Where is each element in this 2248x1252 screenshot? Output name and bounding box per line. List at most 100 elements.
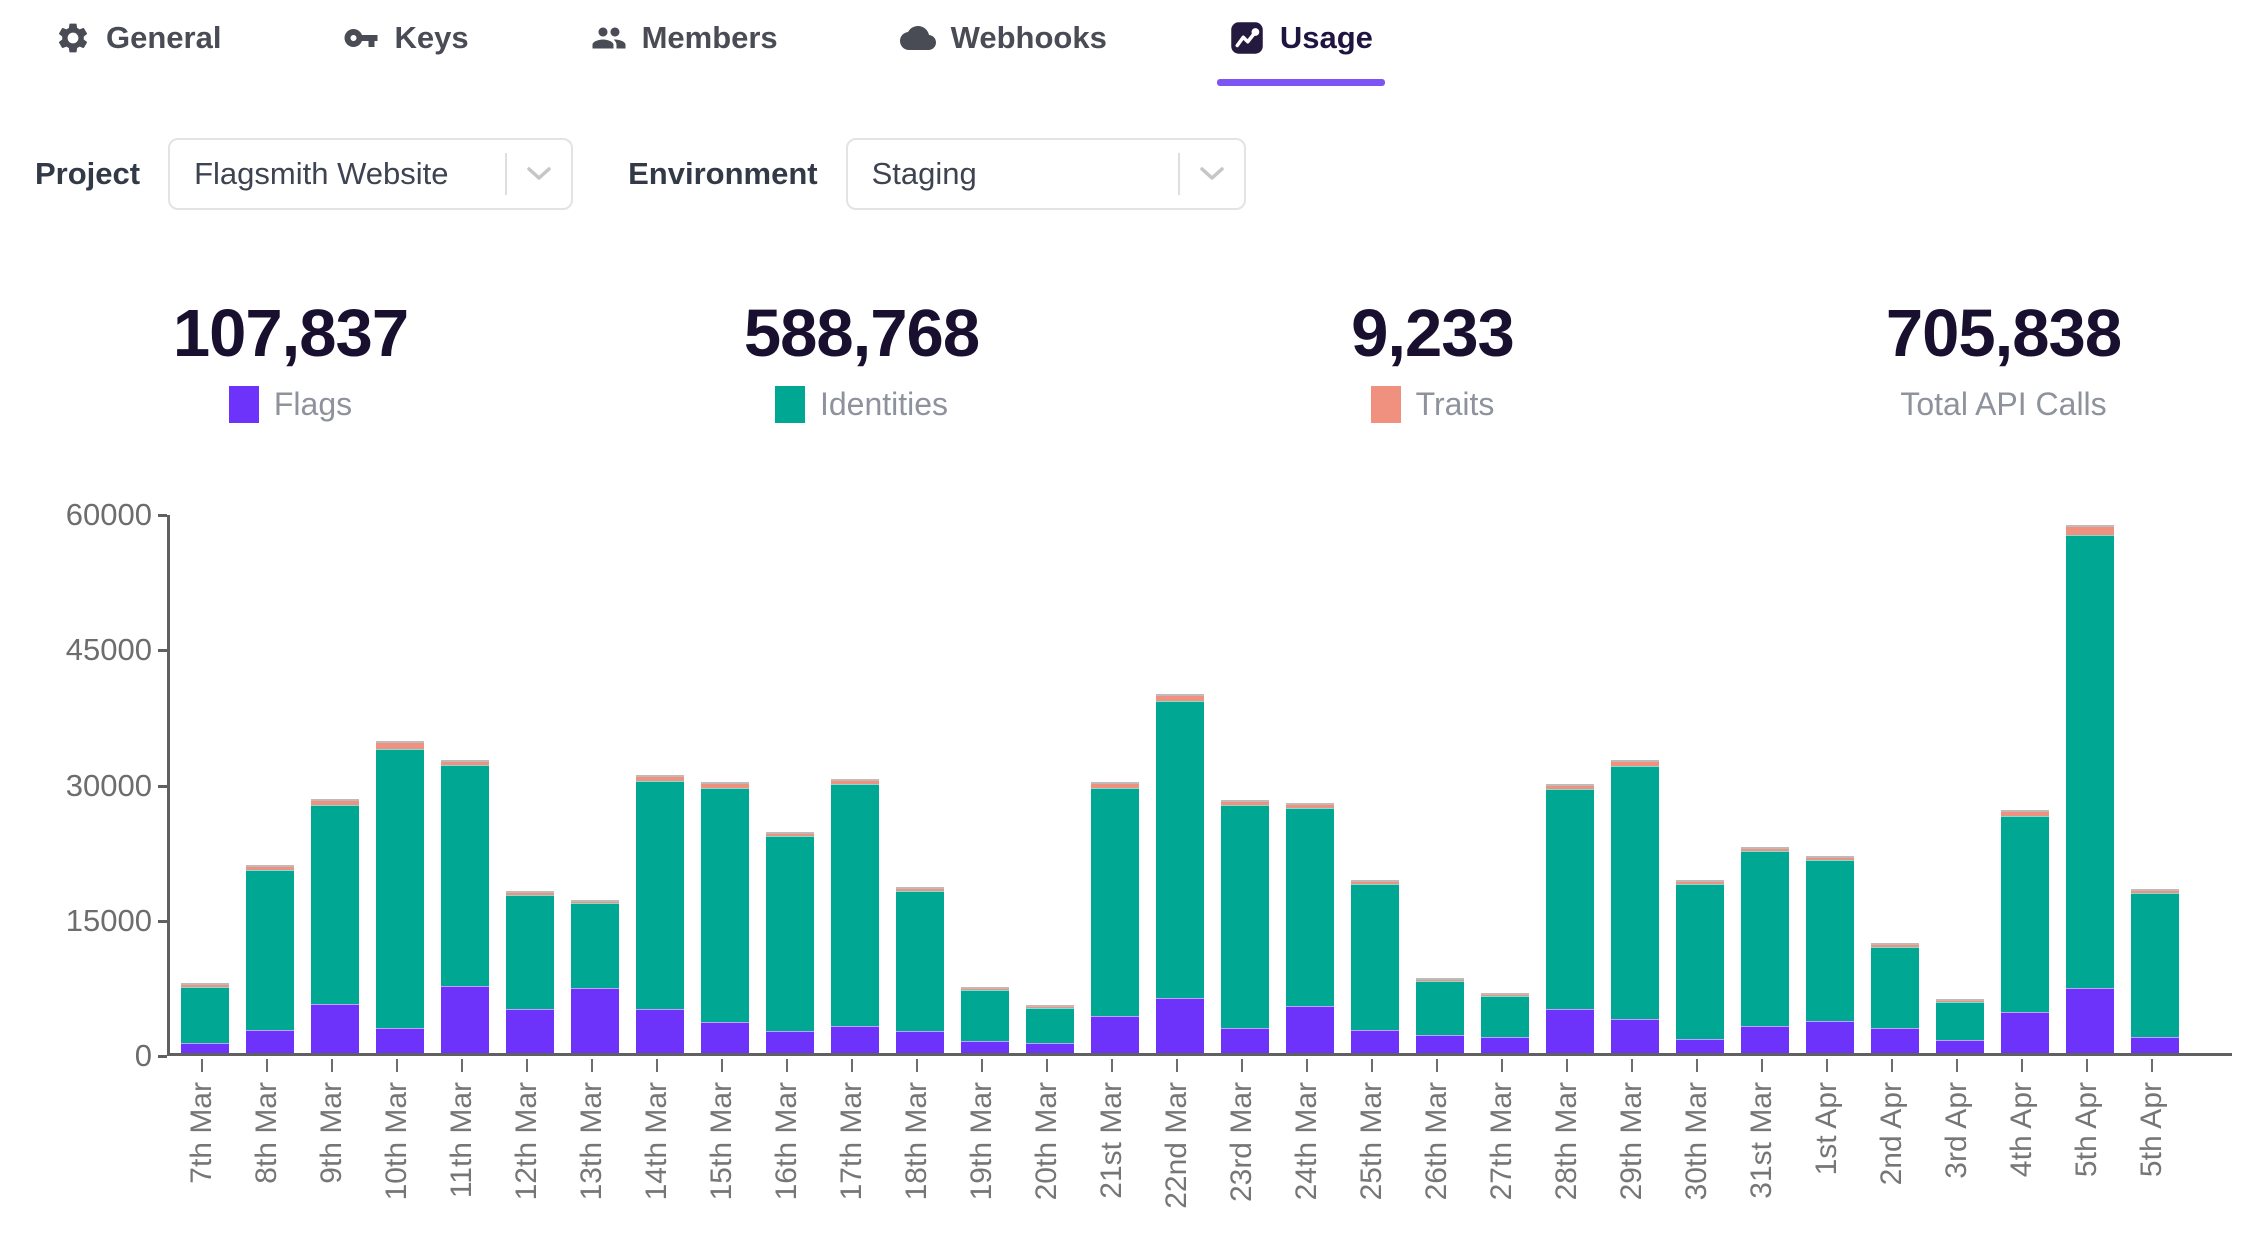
x-axis-tick-label: 2nd Apr — [1877, 1082, 1907, 1185]
x-axis-tick-label: 28th Mar — [1552, 1082, 1582, 1200]
chart-bar[interactable] — [1416, 980, 1464, 1053]
x-axis-tick-mark — [2151, 1059, 2153, 1072]
chart-bar[interactable] — [831, 781, 879, 1053]
x-axis-tick-label: 11th Mar — [447, 1082, 477, 1198]
bar-segment-flags — [636, 1009, 684, 1053]
stat-legend: Total API Calls — [1718, 386, 2248, 423]
chart-bar[interactable] — [571, 902, 619, 1053]
stat-label: Traits — [1416, 386, 1495, 423]
bar-segment-flags — [1416, 1035, 1464, 1053]
chart-bar[interactable] — [1676, 882, 1724, 1053]
x-axis-tick-mark — [396, 1059, 398, 1072]
chart-bar[interactable] — [1806, 858, 1854, 1053]
bar-segment-identities — [1806, 860, 1854, 1020]
tab-label: General — [106, 20, 221, 56]
x-axis-tick-mark — [526, 1059, 528, 1072]
x-axis-tick-mark — [1696, 1059, 1698, 1072]
bar-segment-identities — [1871, 947, 1919, 1028]
bar-segment-flags — [1286, 1006, 1334, 1053]
y-axis-tick-label: 45000 — [40, 632, 152, 668]
bar-segment-identities — [246, 870, 294, 1029]
chart-bar[interactable] — [896, 889, 944, 1053]
chart-bar[interactable] — [766, 834, 814, 1053]
x-axis-tick-mark — [1761, 1059, 1763, 1072]
chart-bar[interactable] — [1026, 1007, 1074, 1053]
chart-bar[interactable] — [1741, 849, 1789, 1053]
bar-segment-identities — [701, 788, 749, 1022]
x-axis-tick-label: 22nd Mar — [1162, 1082, 1192, 1209]
chart-plot-area — [167, 515, 2232, 1056]
active-tab-underline — [1217, 79, 1385, 86]
bar-segment-identities — [766, 836, 814, 1031]
stat-legend: Identities — [576, 386, 1147, 423]
x-axis-tick-mark — [786, 1059, 788, 1072]
environment-select-value: Staging — [872, 156, 1178, 192]
chart-bar[interactable] — [1936, 1001, 1984, 1053]
environment-select[interactable]: Staging — [846, 138, 1246, 210]
x-axis-tick-label: 19th Mar — [967, 1082, 997, 1200]
y-axis-tick-mark — [158, 920, 167, 923]
x-axis-tick-label: 18th Mar — [902, 1082, 932, 1200]
x-axis-tick-mark — [2021, 1059, 2023, 1072]
tab-webhooks[interactable]: Webhooks — [900, 20, 1107, 56]
chart-bar[interactable] — [1871, 945, 1919, 1053]
y-axis-tick-mark — [158, 514, 167, 517]
bar-segment-identities — [1611, 766, 1659, 1019]
x-axis-tick-mark — [1371, 1059, 1373, 1072]
chart-bar[interactable] — [961, 989, 1009, 1053]
bar-segment-flags — [961, 1041, 1009, 1053]
chart-bar[interactable] — [376, 743, 424, 1053]
x-axis-tick-mark — [266, 1059, 268, 1072]
bar-segment-traits — [2066, 527, 2114, 534]
chart-bar[interactable] — [1546, 786, 1594, 1053]
chart-bar[interactable] — [2066, 527, 2114, 1053]
chart-bar[interactable] — [1221, 802, 1269, 1053]
y-axis-tick-label: 30000 — [40, 768, 152, 804]
stat-legend: Flags — [5, 386, 576, 423]
x-axis-tick-mark — [331, 1059, 333, 1072]
chart-bar[interactable] — [246, 867, 294, 1053]
bar-segment-identities — [1416, 981, 1464, 1035]
bar-segment-identities — [2131, 893, 2179, 1037]
chart-bar[interactable] — [441, 762, 489, 1053]
chart-bar[interactable] — [506, 893, 554, 1053]
chart-bar[interactable] — [1156, 696, 1204, 1054]
tab-label: Webhooks — [951, 20, 1107, 56]
chart-bar[interactable] — [1611, 762, 1659, 1053]
x-axis-tick-label: 15th Mar — [707, 1082, 737, 1200]
bar-segment-identities — [896, 891, 944, 1031]
chart-bar[interactable] — [1481, 995, 1529, 1053]
x-axis-tick-mark — [1501, 1059, 1503, 1072]
stat-identities: 588,768Identities — [576, 295, 1147, 423]
x-axis-tick-mark — [201, 1059, 203, 1072]
chart-icon — [1229, 20, 1265, 56]
x-axis-tick-mark — [981, 1059, 983, 1072]
tab-keys[interactable]: Keys — [343, 20, 468, 56]
chart-bar[interactable] — [701, 784, 749, 1053]
chart-bar[interactable] — [1286, 805, 1334, 1053]
stat-label: Flags — [274, 386, 352, 423]
tab-general[interactable]: General — [55, 20, 221, 56]
stat-label: Total API Calls — [1900, 386, 2106, 423]
bar-segment-flags — [311, 1004, 359, 1053]
project-select[interactable]: Flagsmith Website — [168, 138, 573, 210]
key-icon — [343, 20, 379, 56]
tab-members[interactable]: Members — [591, 20, 778, 56]
legend-swatch — [775, 386, 805, 423]
x-axis-tick-mark — [1176, 1059, 1178, 1072]
project-label: Project — [35, 156, 140, 192]
y-axis-tick-label: 15000 — [40, 903, 152, 939]
stat-traits: 9,233Traits — [1147, 295, 1718, 423]
x-axis-tick-label: 5th Apr — [2072, 1082, 2102, 1177]
chart-bar[interactable] — [2001, 812, 2049, 1053]
chart-bar[interactable] — [2131, 891, 2179, 1053]
bar-segment-identities — [1481, 996, 1529, 1037]
chart-bar[interactable] — [181, 985, 229, 1053]
x-axis-tick-label: 14th Mar — [642, 1082, 672, 1200]
bar-segment-flags — [2066, 988, 2114, 1053]
tab-usage[interactable]: Usage — [1229, 20, 1373, 56]
chart-bar[interactable] — [1091, 784, 1139, 1053]
chart-bar[interactable] — [636, 777, 684, 1053]
chart-bar[interactable] — [311, 801, 359, 1053]
chart-bar[interactable] — [1351, 882, 1399, 1053]
